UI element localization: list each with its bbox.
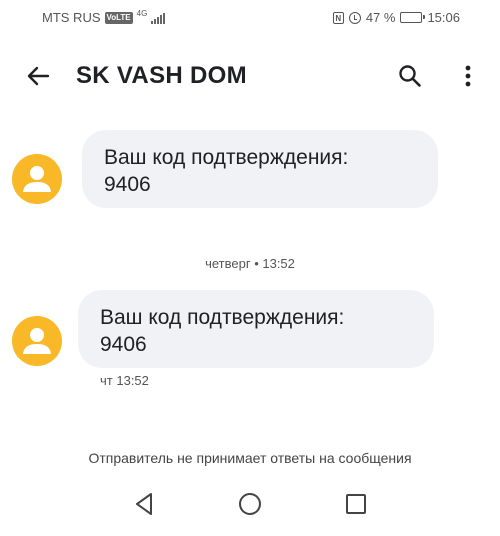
navigation-bar (0, 484, 500, 524)
date-divider: четверг • 13:52 (205, 256, 295, 271)
sender-avatar[interactable] (12, 154, 62, 204)
sender-avatar[interactable] (12, 316, 62, 366)
message-code: 9406 (104, 173, 151, 196)
back-arrow-icon[interactable] (24, 62, 52, 90)
network-type: 4G (136, 8, 148, 18)
battery-icon (400, 12, 426, 23)
nav-recents-icon[interactable] (342, 490, 370, 518)
status-left: MTS RUS VoLTE 4G (42, 8, 166, 25)
person-icon (23, 166, 51, 192)
volte-badge: VoLTE (104, 11, 133, 24)
person-icon (23, 328, 51, 354)
search-icon[interactable] (396, 62, 424, 90)
reply-disabled-notice: Отправитель не принимает ответы на сообщ… (88, 450, 412, 466)
conversation-title: SK VASH DOM (76, 62, 247, 89)
message-code: 9406 (100, 333, 147, 356)
message-timestamp: чт 13:52 (100, 373, 149, 388)
signal-icon (151, 12, 166, 24)
message-bubble[interactable]: Ваш код подтверждения: 9406 (82, 130, 438, 208)
nav-back-icon[interactable] (130, 490, 158, 518)
carrier-name: MTS RUS (42, 10, 101, 25)
clock: 15:06 (427, 10, 460, 25)
message-bubble[interactable]: Ваш код подтверждения: 9406 (78, 290, 434, 368)
nfc-icon: N (332, 11, 344, 24)
status-bar: MTS RUS VoLTE 4G N 47 % 15:06 (0, 0, 500, 34)
more-options-icon[interactable] (458, 62, 478, 90)
battery-percent: 47 % (365, 10, 396, 25)
status-right: N 47 % 15:06 (332, 10, 460, 25)
nav-home-icon[interactable] (236, 490, 264, 518)
message-text-line: Ваш код подтверждения: (100, 306, 345, 329)
app-bar: SK VASH DOM (0, 52, 500, 100)
alarm-icon (348, 11, 361, 24)
message-text-line: Ваш код подтверждения: (104, 146, 349, 169)
